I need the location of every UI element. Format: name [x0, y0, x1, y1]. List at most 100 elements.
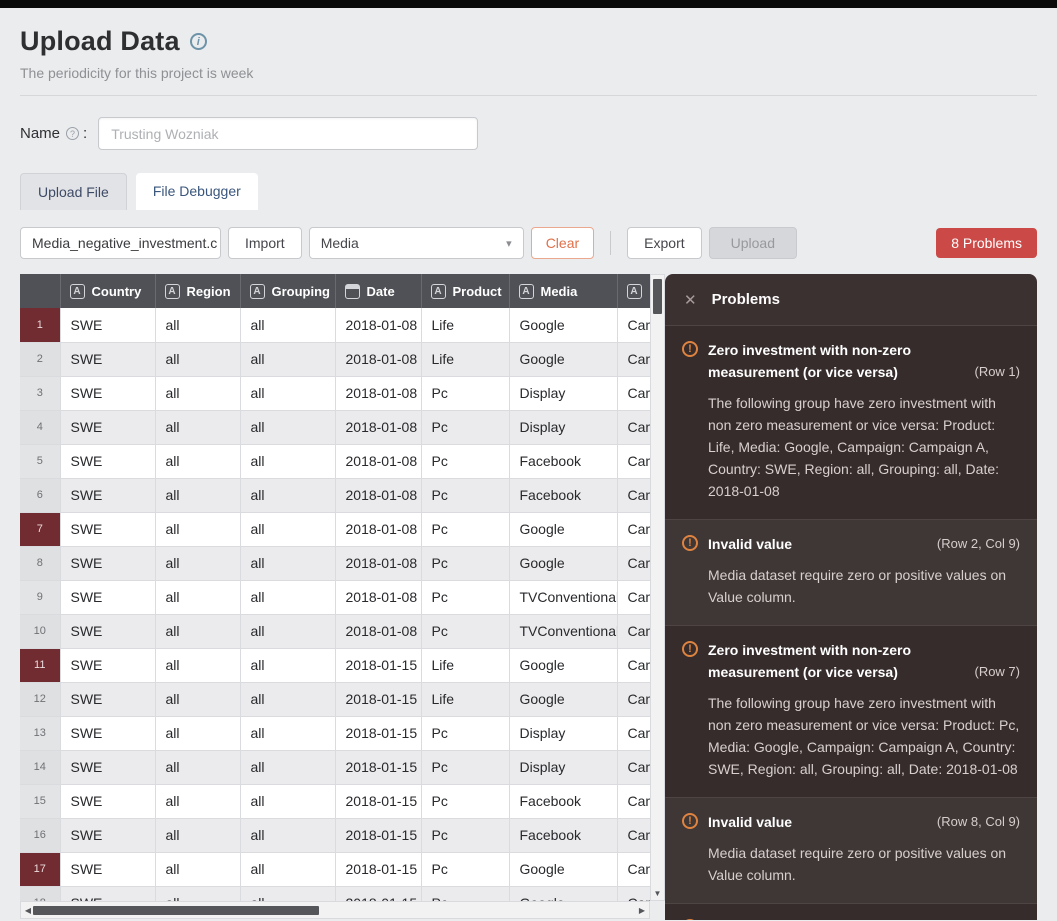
- table-row[interactable]: 10SWEallall2018-01-08PcTVConventionalCam: [20, 614, 650, 648]
- table-cell[interactable]: 2018-01-15: [335, 750, 421, 784]
- vertical-scrollbar[interactable]: ▼: [650, 274, 665, 901]
- table-cell[interactable]: Google: [509, 308, 617, 342]
- problems-button[interactable]: 8 Problems: [936, 228, 1037, 258]
- table-cell[interactable]: Cam: [617, 478, 650, 512]
- table-cell[interactable]: all: [240, 750, 335, 784]
- problem-item[interactable]: !Invalid value(Row 8, Col 9)Media datase…: [665, 797, 1037, 903]
- table-cell[interactable]: Google: [509, 342, 617, 376]
- table-cell[interactable]: SWE: [60, 614, 155, 648]
- table-cell[interactable]: 2018-01-08: [335, 342, 421, 376]
- table-cell[interactable]: Facebook: [509, 784, 617, 818]
- table-cell[interactable]: all: [155, 308, 240, 342]
- table-cell[interactable]: Life: [421, 648, 509, 682]
- table-cell[interactable]: SWE: [60, 342, 155, 376]
- table-cell[interactable]: Google: [509, 886, 617, 901]
- column-header-campaign[interactable]: A: [617, 274, 650, 308]
- table-cell[interactable]: 2018-01-08: [335, 478, 421, 512]
- table-cell[interactable]: SWE: [60, 852, 155, 886]
- table-cell[interactable]: 2018-01-08: [335, 580, 421, 614]
- table-cell[interactable]: Cam: [617, 546, 650, 580]
- help-icon[interactable]: ?: [66, 127, 79, 140]
- table-cell[interactable]: SWE: [60, 444, 155, 478]
- table-cell[interactable]: Cam: [617, 614, 650, 648]
- table-cell[interactable]: Pc: [421, 478, 509, 512]
- table-cell[interactable]: all: [240, 716, 335, 750]
- table-cell[interactable]: all: [240, 818, 335, 852]
- table-cell[interactable]: all: [240, 512, 335, 546]
- table-row[interactable]: 15SWEallall2018-01-15PcFacebookCam: [20, 784, 650, 818]
- table-cell[interactable]: Pc: [421, 818, 509, 852]
- table-row[interactable]: 6SWEallall2018-01-08PcFacebookCam: [20, 478, 650, 512]
- column-header-grouping[interactable]: AGrouping: [240, 274, 335, 308]
- table-cell[interactable]: SWE: [60, 546, 155, 580]
- column-header-media[interactable]: AMedia: [509, 274, 617, 308]
- export-button[interactable]: Export: [627, 227, 701, 259]
- table-cell[interactable]: 2018-01-08: [335, 614, 421, 648]
- table-cell[interactable]: SWE: [60, 886, 155, 901]
- table-cell[interactable]: all: [240, 342, 335, 376]
- table-cell[interactable]: Cam: [617, 648, 650, 682]
- dataset-select[interactable]: Media ▾: [309, 227, 524, 259]
- table-cell[interactable]: Pc: [421, 512, 509, 546]
- table-cell[interactable]: Pc: [421, 546, 509, 580]
- tab-file-debugger[interactable]: File Debugger: [136, 173, 258, 210]
- table-cell[interactable]: 2018-01-08: [335, 376, 421, 410]
- table-cell[interactable]: 2018-01-15: [335, 818, 421, 852]
- table-cell[interactable]: SWE: [60, 716, 155, 750]
- table-cell[interactable]: Pc: [421, 886, 509, 901]
- table-row[interactable]: 9SWEallall2018-01-08PcTVConventionalCam: [20, 580, 650, 614]
- info-icon[interactable]: i: [190, 33, 207, 50]
- table-row[interactable]: 5SWEallall2018-01-08PcFacebookCam: [20, 444, 650, 478]
- table-row[interactable]: 12SWEallall2018-01-15LifeGoogleCam: [20, 682, 650, 716]
- upload-button[interactable]: Upload: [709, 227, 797, 259]
- table-cell[interactable]: Cam: [617, 512, 650, 546]
- table-cell[interactable]: all: [155, 852, 240, 886]
- table-cell[interactable]: Display: [509, 410, 617, 444]
- tab-upload-file[interactable]: Upload File: [20, 173, 127, 210]
- table-cell[interactable]: SWE: [60, 478, 155, 512]
- table-cell[interactable]: SWE: [60, 818, 155, 852]
- table-cell[interactable]: Cam: [617, 444, 650, 478]
- table-cell[interactable]: Pc: [421, 614, 509, 648]
- table-cell[interactable]: all: [155, 410, 240, 444]
- table-cell[interactable]: Cam: [617, 750, 650, 784]
- scroll-down-arrow-icon[interactable]: ▼: [651, 889, 664, 898]
- table-cell[interactable]: all: [240, 444, 335, 478]
- table-cell[interactable]: 2018-01-15: [335, 682, 421, 716]
- table-cell[interactable]: Facebook: [509, 478, 617, 512]
- table-cell[interactable]: Pc: [421, 580, 509, 614]
- table-cell[interactable]: Google: [509, 546, 617, 580]
- table-row[interactable]: 14SWEallall2018-01-15PcDisplayCam: [20, 750, 650, 784]
- table-row[interactable]: 16SWEallall2018-01-15PcFacebookCam: [20, 818, 650, 852]
- table-cell[interactable]: all: [240, 614, 335, 648]
- table-cell[interactable]: all: [155, 784, 240, 818]
- import-button[interactable]: Import: [228, 227, 302, 259]
- table-cell[interactable]: all: [155, 614, 240, 648]
- table-cell[interactable]: all: [155, 886, 240, 901]
- table-cell[interactable]: 2018-01-08: [335, 512, 421, 546]
- table-cell[interactable]: Pc: [421, 784, 509, 818]
- table-cell[interactable]: all: [155, 648, 240, 682]
- table-cell[interactable]: Cam: [617, 580, 650, 614]
- table-cell[interactable]: 2018-01-15: [335, 716, 421, 750]
- table-cell[interactable]: SWE: [60, 580, 155, 614]
- table-cell[interactable]: 2018-01-08: [335, 444, 421, 478]
- table-cell[interactable]: Pc: [421, 750, 509, 784]
- table-cell[interactable]: Pc: [421, 716, 509, 750]
- table-cell[interactable]: all: [155, 512, 240, 546]
- table-cell[interactable]: Facebook: [509, 818, 617, 852]
- table-cell[interactable]: SWE: [60, 376, 155, 410]
- table-cell[interactable]: Pc: [421, 410, 509, 444]
- table-cell[interactable]: all: [240, 410, 335, 444]
- table-cell[interactable]: 2018-01-15: [335, 886, 421, 901]
- horizontal-scrollbar[interactable]: ◀ ▶: [20, 901, 650, 919]
- table-cell[interactable]: 2018-01-15: [335, 852, 421, 886]
- table-cell[interactable]: 2018-01-15: [335, 784, 421, 818]
- table-cell[interactable]: all: [155, 580, 240, 614]
- table-cell[interactable]: Google: [509, 852, 617, 886]
- problem-item[interactable]: !Zero investment with non-zero measureme…: [665, 325, 1037, 519]
- table-cell[interactable]: all: [155, 376, 240, 410]
- table-cell[interactable]: all: [240, 682, 335, 716]
- column-header-region[interactable]: ARegion: [155, 274, 240, 308]
- table-cell[interactable]: all: [240, 308, 335, 342]
